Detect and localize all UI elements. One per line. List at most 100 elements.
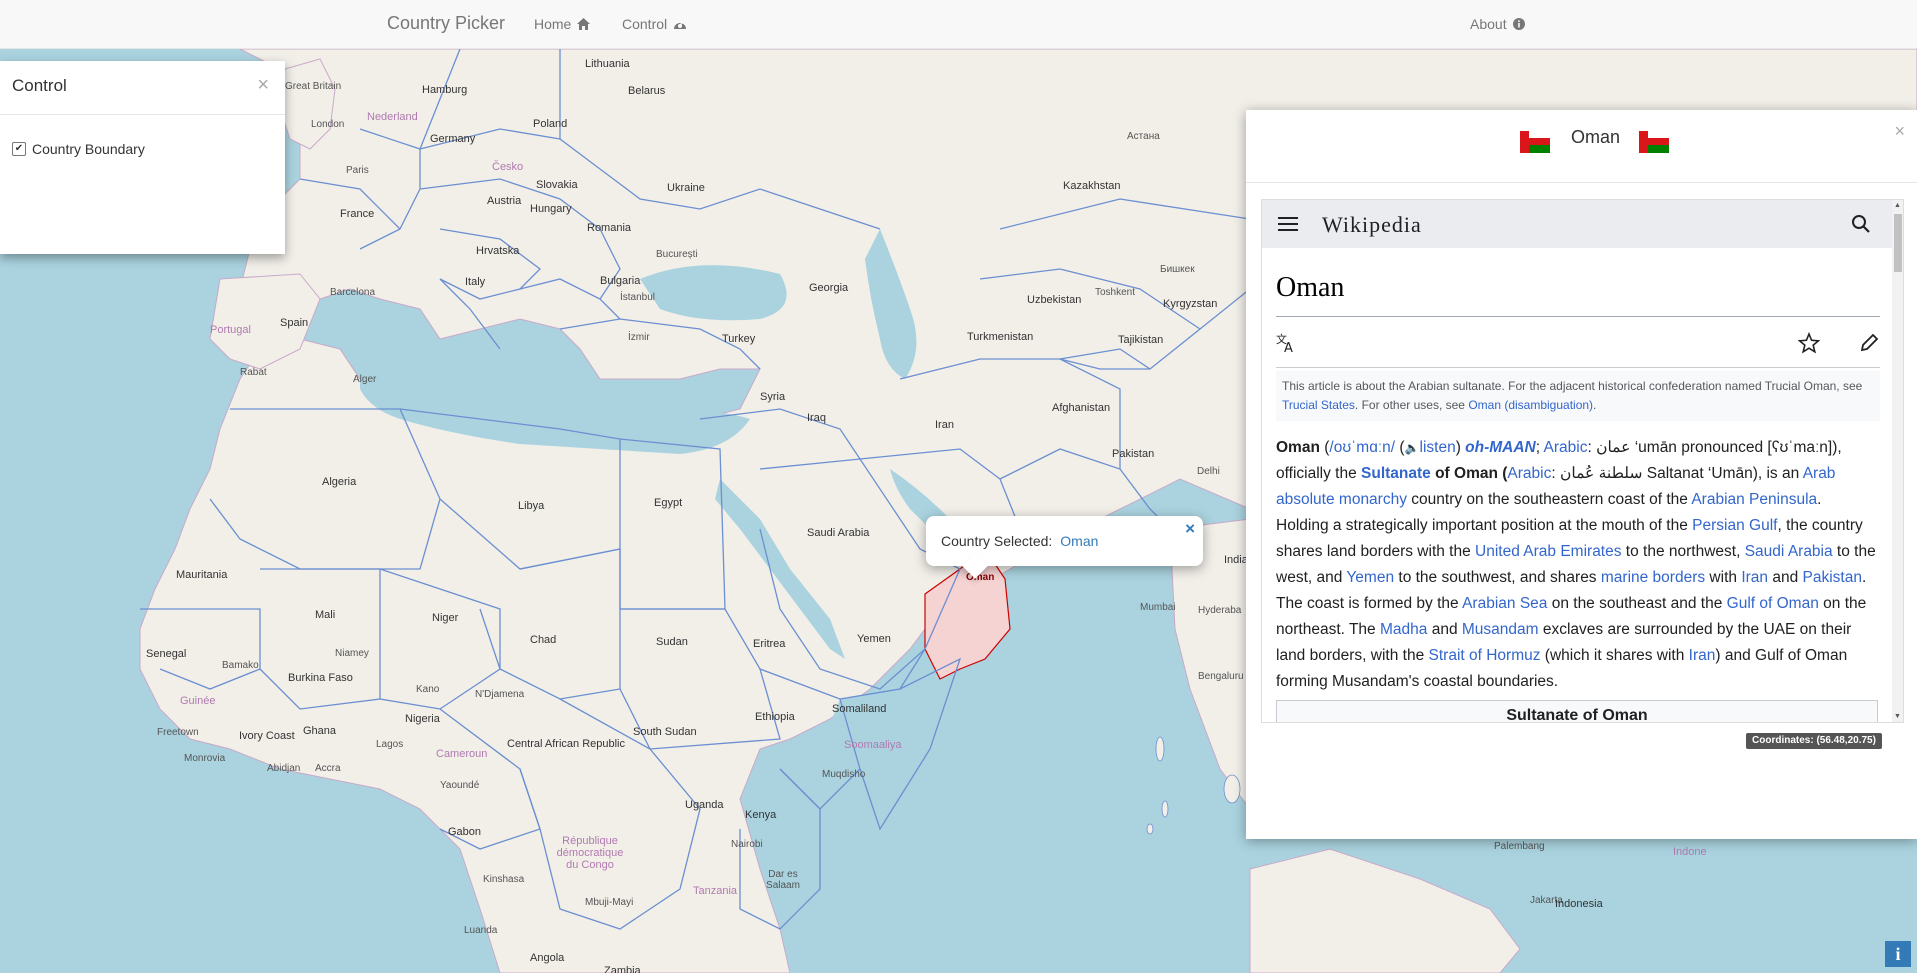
map-label: Kano xyxy=(416,684,440,695)
pakistan-link[interactable]: Pakistan xyxy=(1803,569,1862,586)
marine-borders-link[interactable]: marine borders xyxy=(1601,569,1705,586)
map-label: Niger xyxy=(432,612,459,624)
text: : سلطنة عُمان Saltanat ‘Umān), is an xyxy=(1551,465,1803,482)
country-info-panel: Oman × Wikipedia ▲ ▼ Oman 文 A This artic… xyxy=(1246,110,1917,839)
map-label: Burkina Faso xyxy=(288,672,353,684)
search-icon[interactable] xyxy=(1851,214,1871,234)
nav-home-label: Home xyxy=(534,16,572,32)
map-label: Barcelona xyxy=(330,287,376,298)
map-label: Freetown xyxy=(157,727,199,738)
wikipedia-logo[interactable]: Wikipedia xyxy=(1322,212,1422,238)
iran-link[interactable]: Iran xyxy=(1689,647,1716,664)
home-icon xyxy=(577,18,591,30)
popup-text: Country Selected: Oman xyxy=(941,533,1098,549)
wikipedia-frame[interactable]: Wikipedia ▲ ▼ Oman 文 A This article is a… xyxy=(1261,199,1904,723)
map-label: İstanbul xyxy=(620,292,656,303)
star-icon[interactable] xyxy=(1798,332,1820,354)
map-label: Italy xyxy=(465,276,486,288)
text: and xyxy=(1768,569,1803,586)
text: to the southwest, and shares xyxy=(1394,569,1601,586)
persian-gulf-link[interactable]: Persian Gulf xyxy=(1692,517,1777,534)
map-label: Nairobi xyxy=(731,839,763,850)
sultanate-link[interactable]: Sultanate xyxy=(1361,465,1431,482)
nav-home[interactable]: Home xyxy=(534,16,591,32)
map-label: Accra xyxy=(315,763,341,774)
wikipedia-scrollbar[interactable]: ▲ ▼ xyxy=(1892,200,1903,722)
text: ; xyxy=(1535,439,1544,456)
map-label: South Sudan xyxy=(633,726,697,738)
map-label: Slovakia xyxy=(536,179,578,191)
map-label: Afghanistan xyxy=(1052,402,1111,414)
map-label: Tajikistan xyxy=(1118,334,1164,346)
country-boundary-toggle[interactable]: ✔ Country Boundary xyxy=(12,141,145,157)
language-icon[interactable]: 文 A xyxy=(1276,332,1298,354)
speaker-icon[interactable]: 🔈 xyxy=(1405,441,1420,455)
arabian-peninsula-link[interactable]: Arabian Peninsula xyxy=(1691,491,1817,508)
gulf-of-oman-link[interactable]: Gulf of Oman xyxy=(1727,595,1819,612)
map-label: Iraq xyxy=(807,412,826,424)
scroll-down-icon[interactable]: ▼ xyxy=(1894,713,1901,720)
map-label: Turkey xyxy=(722,333,756,345)
map-label: Germany xyxy=(430,133,476,145)
map-label: Mauritania xyxy=(176,569,228,581)
map-label: République démocratique du Congo xyxy=(556,835,624,871)
strait-of-hormuz-link[interactable]: Strait of Hormuz xyxy=(1429,647,1541,664)
divider xyxy=(1276,367,1880,368)
absolute-monarchy-link[interactable]: absolute monarchy xyxy=(1276,491,1407,508)
uae-link[interactable]: United Arab Emirates xyxy=(1475,543,1621,560)
map-label: Spain xyxy=(280,317,309,329)
map-label: Luanda xyxy=(464,925,498,936)
country-selected-popup: Country Selected: Oman × xyxy=(926,516,1203,566)
map-label: Indonesia xyxy=(1555,898,1603,910)
popup-country-link[interactable]: Oman xyxy=(1060,533,1098,549)
map-label: Kyrgyzstan xyxy=(1163,298,1218,310)
map-label: Kazakhstan xyxy=(1063,180,1121,192)
wikipedia-header: Wikipedia xyxy=(1262,200,1892,248)
oman-flag-icon xyxy=(1520,131,1550,153)
country-boundary-checkbox[interactable]: ✔ xyxy=(12,142,26,156)
text: ( xyxy=(1395,439,1405,456)
scroll-up-icon[interactable]: ▲ xyxy=(1894,202,1901,209)
text: country on the southeastern coast of the xyxy=(1406,491,1692,508)
map-label: Ghana xyxy=(303,725,337,737)
oman-disambiguation-link[interactable]: Oman (disambiguation) xyxy=(1468,398,1593,412)
brand-title[interactable]: Country Picker xyxy=(387,13,505,34)
iran-link[interactable]: Iran xyxy=(1741,569,1768,586)
map-label: Eritrea xyxy=(753,638,786,650)
hamburger-menu-icon[interactable] xyxy=(1278,216,1298,232)
popup-close-icon[interactable]: × xyxy=(1185,520,1195,537)
map-label: France xyxy=(340,208,375,220)
arabic-link[interactable]: Arabic xyxy=(1507,465,1551,482)
nav-control[interactable]: Control xyxy=(622,16,687,32)
musandam-link[interactable]: Musandam xyxy=(1462,621,1539,638)
scrollbar-thumb[interactable] xyxy=(1894,214,1902,272)
map-label: Alger xyxy=(353,374,377,385)
madha-link[interactable]: Madha xyxy=(1380,621,1427,638)
ipa-link[interactable]: /oʊˈmɑːn/ xyxy=(1329,439,1395,456)
map-label: Mbuji-Mayi xyxy=(585,897,634,908)
hatnote-text: . For other uses, see xyxy=(1354,398,1469,412)
yemen-link[interactable]: Yemen xyxy=(1346,569,1394,586)
map-label: India xyxy=(1224,554,1248,566)
trucial-states-link[interactable]: Trucial States xyxy=(1282,398,1355,412)
map-label: Mumbai xyxy=(1140,602,1176,613)
map-label: Kinshasa xyxy=(483,874,525,885)
map-label: London xyxy=(311,119,345,130)
nav-about[interactable]: About xyxy=(1470,16,1525,32)
listen-link[interactable]: listen xyxy=(1420,439,1456,456)
close-icon[interactable]: × xyxy=(257,75,269,95)
map-info-button[interactable]: i xyxy=(1885,941,1911,967)
control-panel-title: Control xyxy=(12,76,67,95)
map-label: Hrvatska xyxy=(476,245,520,257)
saudi-arabia-link[interactable]: Saudi Arabia xyxy=(1745,543,1833,560)
arab-link[interactable]: Arab xyxy=(1803,465,1836,482)
map-label: Ethiopia xyxy=(755,711,795,723)
arabic-link[interactable]: Arabic xyxy=(1544,439,1588,456)
arabian-sea-link[interactable]: Arabian Sea xyxy=(1462,595,1547,612)
map-label: Rabat xyxy=(240,367,267,378)
respelling-link[interactable]: oh-MAAN xyxy=(1465,439,1536,456)
text: (which it shares with xyxy=(1540,647,1689,664)
close-icon[interactable]: × xyxy=(1894,122,1905,140)
map-label: Sudan xyxy=(656,636,688,648)
edit-pencil-icon[interactable] xyxy=(1858,332,1880,354)
